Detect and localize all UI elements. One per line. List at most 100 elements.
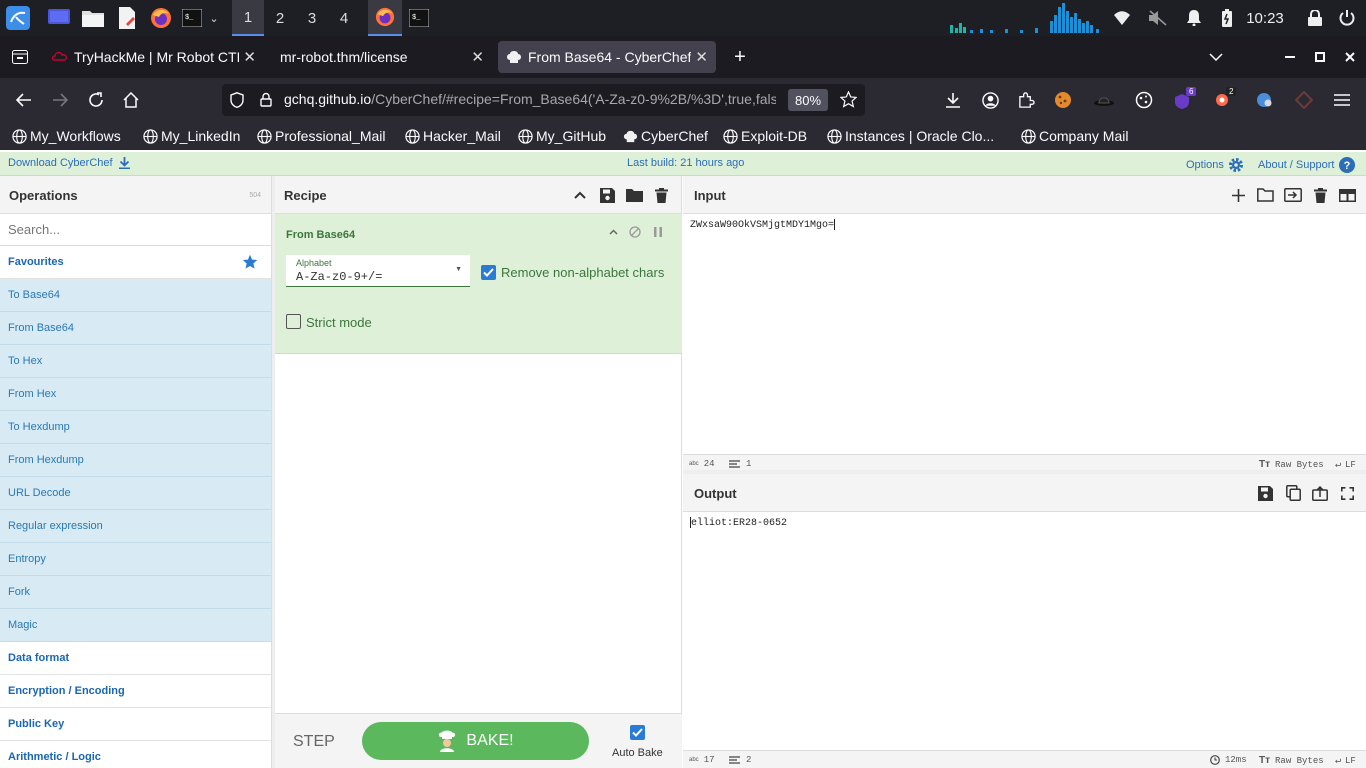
output-encoding[interactable]: Tт Raw Bytes [1259, 755, 1324, 766]
reload-button[interactable] [80, 84, 112, 116]
clock[interactable]: 10:23 [1244, 0, 1286, 36]
input-textarea[interactable]: ZWxsaW90OkVSMjgtMDY1Mgo= [690, 219, 836, 231]
operation-to-hex[interactable]: To Hex [0, 345, 271, 378]
open-folder-icon[interactable] [1256, 186, 1274, 204]
bookmark-exploit-db[interactable]: Exploit-DB [723, 126, 807, 146]
bookmark-my-workflows[interactable]: My_Workflows [12, 126, 121, 146]
category-public-key[interactable]: Public Key [0, 708, 271, 741]
bake-button[interactable]: BAKE! [362, 722, 589, 760]
firefox-window-button[interactable] [368, 0, 402, 36]
terminal-window-button[interactable]: $_ [406, 0, 432, 36]
close-window-button[interactable] [1334, 41, 1366, 73]
url-text[interactable]: gchq.github.io/CyberChef/#recipe=From_Ba… [284, 91, 776, 107]
operation-from-hex[interactable]: From Hex [0, 378, 271, 411]
network-extension-button[interactable] [1248, 84, 1280, 116]
cookie-extension-button[interactable] [1047, 84, 1079, 116]
options-link[interactable]: Options [1186, 157, 1244, 173]
search-input[interactable] [0, 214, 271, 245]
folder-icon[interactable] [625, 186, 643, 204]
shield-icon[interactable] [230, 92, 244, 111]
bookmark-star-icon[interactable] [839, 90, 858, 111]
bell-icon[interactable] [1182, 0, 1206, 36]
operation-to-base64[interactable]: To Base64 [0, 279, 271, 312]
alphabet-select[interactable]: Alphabet A-Za-z0-9+/= ▼ [286, 255, 470, 287]
operation-magic[interactable]: Magic [0, 609, 271, 642]
bookmark-my-linkedin[interactable]: My_LinkedIn [143, 126, 240, 146]
extensions-button[interactable] [1010, 84, 1042, 116]
replace-input-icon[interactable] [1311, 484, 1329, 502]
category-arithmetic-logic[interactable]: Arithmetic / Logic [0, 741, 271, 768]
output-eol[interactable]: ↵ LF [1335, 755, 1356, 767]
add-tab-icon[interactable] [1229, 186, 1247, 204]
forward-button[interactable] [44, 84, 76, 116]
auto-bake-checkbox[interactable] [630, 725, 645, 740]
operation-from-base64[interactable]: From Base64 [0, 312, 271, 345]
text-editor-icon[interactable] [114, 0, 140, 36]
minimize-button[interactable] [1274, 41, 1306, 73]
new-tab-button[interactable]: + [724, 41, 756, 73]
step-button[interactable]: STEP [293, 733, 335, 751]
chevron-down-icon[interactable]: ⌄ [204, 0, 224, 36]
operation-from-hexdump[interactable]: From Hexdump [0, 444, 271, 477]
mute-icon[interactable] [1146, 0, 1170, 36]
operation-entropy[interactable]: Entropy [0, 543, 271, 576]
battery-icon[interactable] [1216, 0, 1238, 36]
firefox-view-button[interactable] [4, 41, 36, 73]
operation-fork[interactable]: Fork [0, 576, 271, 609]
zoom-level-button[interactable]: 80% [788, 89, 829, 111]
bookmark-hacker-mail[interactable]: Hacker_Mail [405, 126, 501, 146]
power-icon[interactable] [1336, 0, 1358, 36]
close-icon[interactable]: ✕ [243, 48, 256, 66]
wappalyzer-button[interactable] [1288, 84, 1320, 116]
home-button[interactable] [115, 84, 147, 116]
save-icon[interactable] [1256, 484, 1274, 502]
hat-extension-button[interactable] [1088, 84, 1120, 116]
download-cyberchef-link[interactable]: Download CyberChef [8, 157, 130, 169]
workspace-2[interactable]: 2 [264, 0, 296, 36]
recorder-extension-button[interactable]: 2 [1208, 84, 1240, 116]
strict-mode-checkbox[interactable] [286, 314, 301, 329]
back-button[interactable] [8, 84, 40, 116]
about-support-link[interactable]: About / Support ? [1258, 157, 1356, 173]
auto-bake-label[interactable]: Auto Bake [612, 747, 663, 759]
account-button[interactable] [974, 84, 1006, 116]
layout-icon[interactable] [1338, 186, 1356, 204]
remove-non-alphabet-label[interactable]: Remove non-alphabet chars [501, 265, 664, 280]
operation-url-decode[interactable]: URL Decode [0, 477, 271, 510]
maximize-icon[interactable] [1338, 484, 1356, 502]
copy-icon[interactable] [1284, 484, 1302, 502]
remove-non-alphabet-checkbox[interactable] [481, 265, 496, 280]
bookmark-cyberchef[interactable]: CyberChef [623, 126, 708, 146]
files-icon[interactable] [80, 0, 106, 36]
tab-cyberchef[interactable]: From Base64 - CyberChef ✕ [498, 41, 716, 73]
workspace-4[interactable]: 4 [328, 0, 360, 36]
tab-license[interactable]: mr-robot.thm/license ✕ [272, 41, 492, 73]
open-file-icon[interactable] [1284, 186, 1302, 204]
workspace-1[interactable]: 1 [232, 0, 264, 36]
star-icon[interactable] [242, 254, 258, 270]
url-bar[interactable]: gchq.github.io/CyberChef/#recipe=From_Ba… [222, 84, 865, 116]
workspace-3[interactable]: 3 [296, 0, 328, 36]
operation-to-hexdump[interactable]: To Hexdump [0, 411, 271, 444]
operation-regular-expression[interactable]: Regular expression [0, 510, 271, 543]
pause-icon[interactable] [651, 225, 665, 239]
close-icon[interactable]: ✕ [471, 48, 484, 66]
maximize-button[interactable] [1304, 41, 1336, 73]
proxy-extension-button[interactable]: 6 [1168, 84, 1200, 116]
kali-menu-icon[interactable] [4, 0, 32, 36]
tab-tryhackme[interactable]: TryHackMe | Mr Robot CTF ✕ [44, 41, 264, 73]
terminal-icon[interactable]: $_ [180, 0, 204, 36]
wifi-icon[interactable] [1110, 0, 1134, 36]
bookmark-professional-mail[interactable]: Professional_Mail [257, 126, 386, 146]
desktop-icon[interactable] [46, 0, 72, 36]
save-icon[interactable] [598, 186, 616, 204]
input-encoding[interactable]: Tт Raw Bytes [1259, 459, 1324, 470]
disable-icon[interactable] [628, 225, 642, 239]
close-icon[interactable]: ✕ [695, 48, 708, 66]
cookie-editor-button[interactable] [1128, 84, 1160, 116]
downloads-button[interactable] [937, 84, 969, 116]
bookmark-oracle-cloud[interactable]: Instances | Oracle Clo... [827, 126, 994, 146]
bookmark-company-mail[interactable]: Company Mail [1021, 126, 1128, 146]
category-encryption-encoding[interactable]: Encryption / Encoding [0, 675, 271, 708]
list-all-tabs-button[interactable] [1200, 41, 1232, 73]
